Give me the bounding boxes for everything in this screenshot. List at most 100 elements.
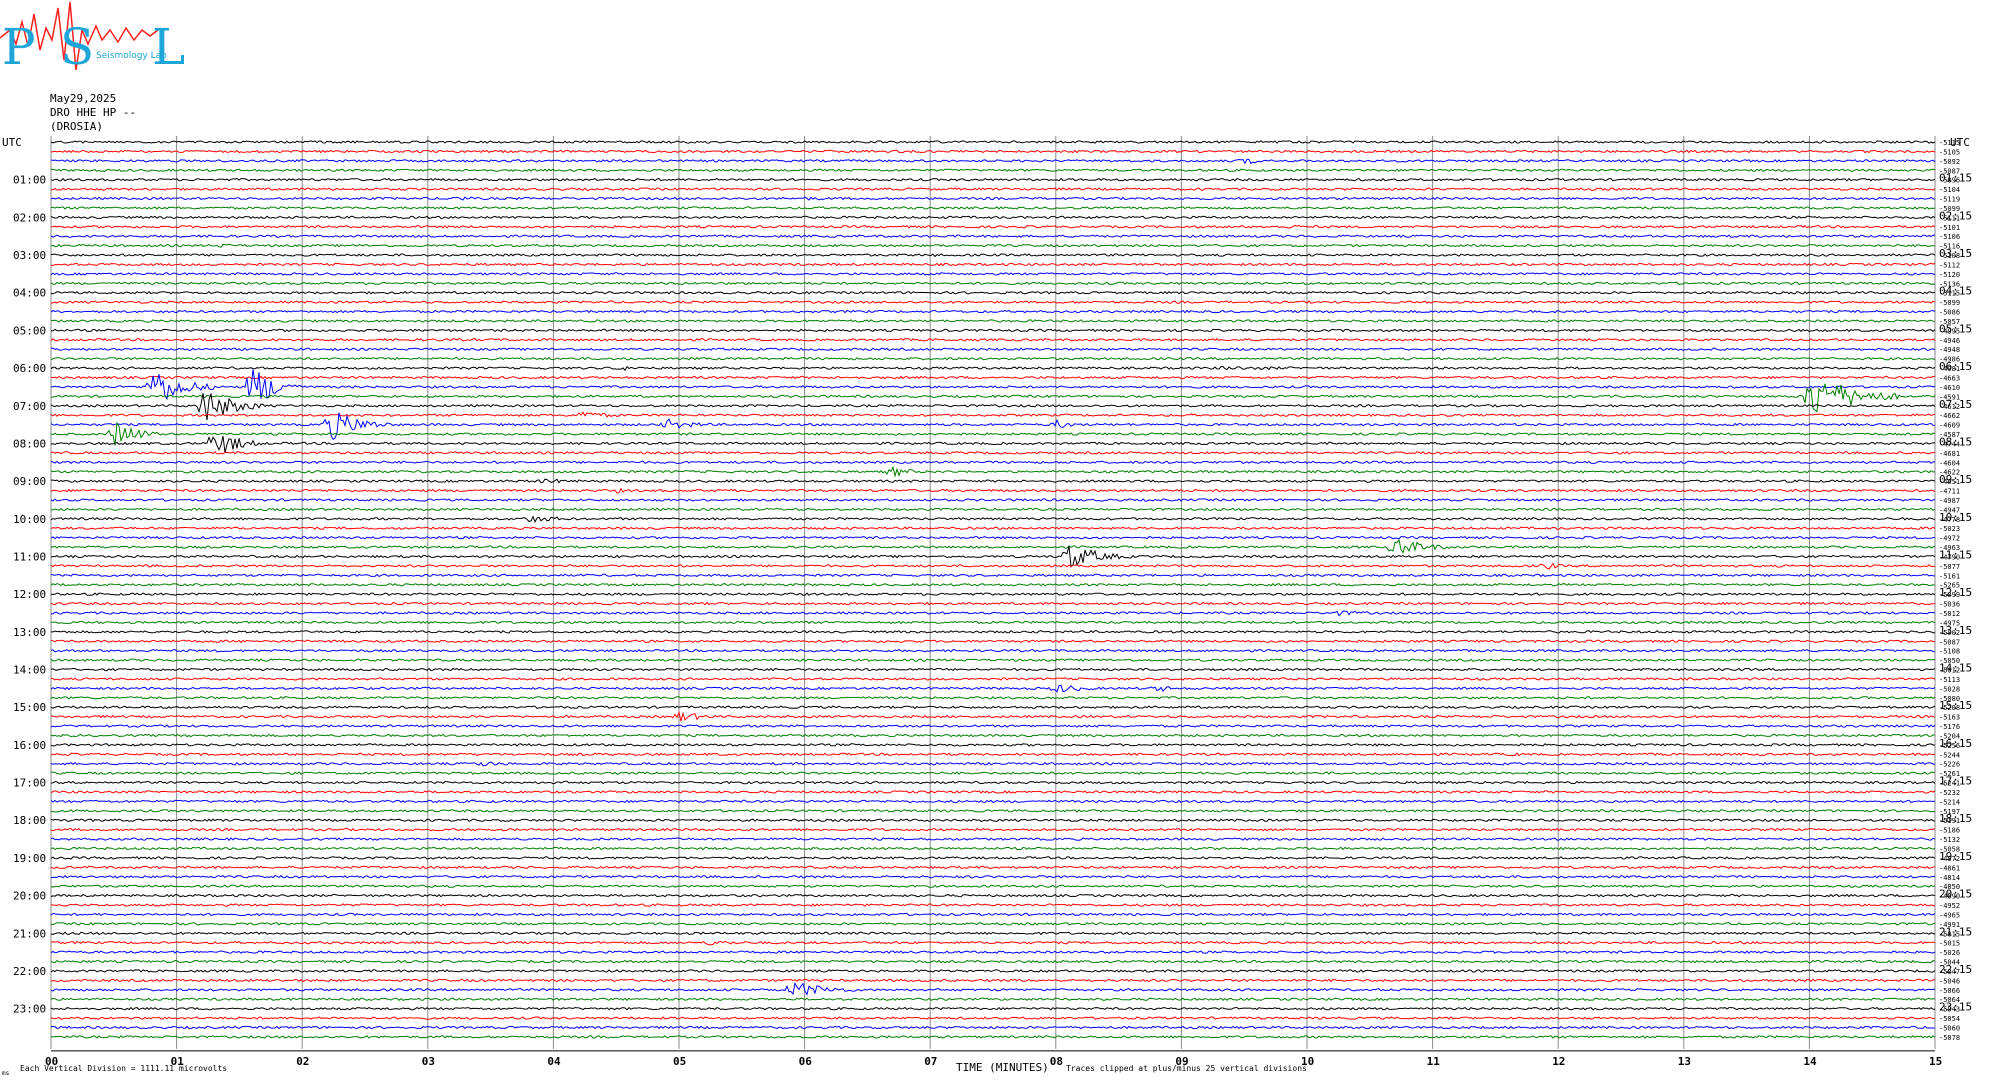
trace-offset-label: -5104 (1939, 186, 1960, 194)
left-hour-label: 21:00 (13, 927, 46, 940)
trace-offset-label: -5113 (1939, 676, 1960, 684)
seismic-trace (50, 465, 1936, 478)
scale-note: Each Vertical Division = 1111.11 microvo… (20, 1064, 227, 1073)
seismic-trace (50, 356, 1936, 361)
right-hour-label: 15:15 (1939, 699, 1972, 712)
trace-offset-label: -5046 (1939, 977, 1960, 985)
seismic-trace (50, 922, 1936, 926)
seismic-traces (50, 140, 1936, 1039)
seismic-trace (50, 573, 1936, 578)
trace-offset-label: -5028 (1939, 685, 1960, 693)
left-hour-label: 08:00 (13, 437, 46, 450)
seismic-trace (50, 710, 1936, 722)
trace-offset-label: -5101 (1939, 224, 1960, 232)
seismic-trace (50, 695, 1936, 700)
x-tick-label: 03 (422, 1055, 435, 1068)
seismic-trace (50, 168, 1936, 173)
right-hour-label: 22:15 (1939, 963, 1972, 976)
left-hour-label: 16:00 (13, 739, 46, 752)
right-hour-label: 17:15 (1939, 775, 1972, 788)
seismic-trace (50, 319, 1936, 323)
left-hour-label: 23:00 (13, 1003, 46, 1016)
right-hour-label: 08:15 (1939, 435, 1972, 448)
seismic-trace (50, 978, 1936, 983)
seismic-trace (50, 338, 1936, 342)
seismic-trace (50, 997, 1936, 1002)
seismic-trace (50, 705, 1936, 709)
left-axis-label: UTC (2, 136, 22, 149)
trace-offset-label: -5026 (1939, 949, 1960, 957)
seismic-trace (50, 149, 1936, 154)
seismic-trace (50, 451, 1936, 455)
seismic-trace (50, 487, 1936, 494)
seismic-trace (50, 215, 1936, 220)
trace-offset-label: -4948 (1939, 346, 1960, 354)
seismic-trace (50, 931, 1936, 936)
seismic-trace (50, 684, 1936, 693)
trace-offset-label: -5036 (1939, 601, 1960, 609)
trace-offset-label: -5214 (1939, 798, 1960, 806)
seismic-trace (50, 771, 1935, 775)
trace-offset-label: -5078 (1939, 1034, 1960, 1042)
seismic-trace (50, 158, 1936, 165)
seismic-trace (50, 196, 1936, 201)
x-tick-label: 08 (1050, 1055, 1063, 1068)
right-hour-label: 18:15 (1939, 812, 1972, 825)
right-hour-label: 20:15 (1939, 888, 1972, 901)
x-tick-label: 15 (1929, 1055, 1942, 1068)
left-hour-label: 14:00 (13, 664, 46, 677)
seismic-trace (50, 799, 1936, 804)
trace-offset-label: -5119 (1939, 196, 1960, 204)
trace-offset-label: -5132 (1939, 836, 1960, 844)
left-hour-label: 19:00 (13, 852, 46, 865)
seismic-trace (50, 515, 1936, 523)
seismic-trace (50, 837, 1936, 841)
seismic-trace (50, 421, 1936, 446)
helicorder-chart: 00 01 02 03 04 05 06 07 08 09 10 11 12 13 14 15-5115-51… (2, 136, 1972, 1077)
seismic-trace (50, 498, 1936, 502)
seismic-trace (50, 562, 1935, 570)
right-hour-label: 09:15 (1939, 473, 1972, 486)
seismic-trace (50, 601, 1936, 606)
seismic-trace (50, 412, 1936, 441)
left-hour-label: 17:00 (13, 777, 46, 790)
trace-offset-label: -4814 (1939, 874, 1960, 882)
left-hour-label: 06:00 (13, 362, 46, 375)
trace-offset-label: -5060 (1939, 1024, 1960, 1032)
left-hour-label: 10:00 (13, 513, 46, 526)
left-hour-label: 18:00 (13, 814, 46, 827)
seismic-trace (50, 526, 1936, 530)
trace-offset-label: -4952 (1939, 902, 1960, 910)
trace-offset-label: -5163 (1939, 714, 1960, 722)
seismic-trace (50, 1016, 1936, 1020)
seismic-trace (50, 865, 1936, 870)
trace-offset-label: -5015 (1939, 940, 1960, 948)
seismic-trace (50, 761, 1936, 767)
seismic-trace (50, 620, 1936, 625)
x-tick-label: 14 (1803, 1055, 1817, 1068)
left-hour-label: 20:00 (13, 890, 46, 903)
trace-offset-label: -5092 (1939, 158, 1960, 166)
seismic-trace (50, 903, 1936, 907)
seismic-trace (50, 253, 1936, 258)
trace-offset-label: -5108 (1939, 648, 1960, 656)
x-tick-label: 05 (673, 1055, 686, 1068)
right-hour-label: 21:15 (1939, 925, 1972, 938)
seismic-trace (50, 677, 1936, 681)
trace-offset-label: -4663 (1939, 375, 1960, 383)
trace-offset-label: -5232 (1939, 789, 1960, 797)
right-hour-label: 14:15 (1939, 662, 1972, 675)
right-hour-label: 10:15 (1939, 511, 1972, 524)
seismic-trace (50, 375, 1936, 380)
right-hour-label: 05:15 (1939, 322, 1972, 335)
seismic-trace (50, 790, 1936, 794)
seismic-trace (50, 1035, 1936, 1039)
trace-offset-label: -4946 (1939, 337, 1960, 345)
seismic-trace (50, 1025, 1936, 1030)
seismic-trace (50, 846, 1936, 851)
trace-offset-label: -5120 (1939, 271, 1960, 279)
x-tick-label: 06 (799, 1055, 813, 1068)
trace-offset-label: -4987 (1939, 497, 1960, 505)
seismic-trace (50, 538, 1936, 554)
seismic-trace (50, 743, 1935, 747)
